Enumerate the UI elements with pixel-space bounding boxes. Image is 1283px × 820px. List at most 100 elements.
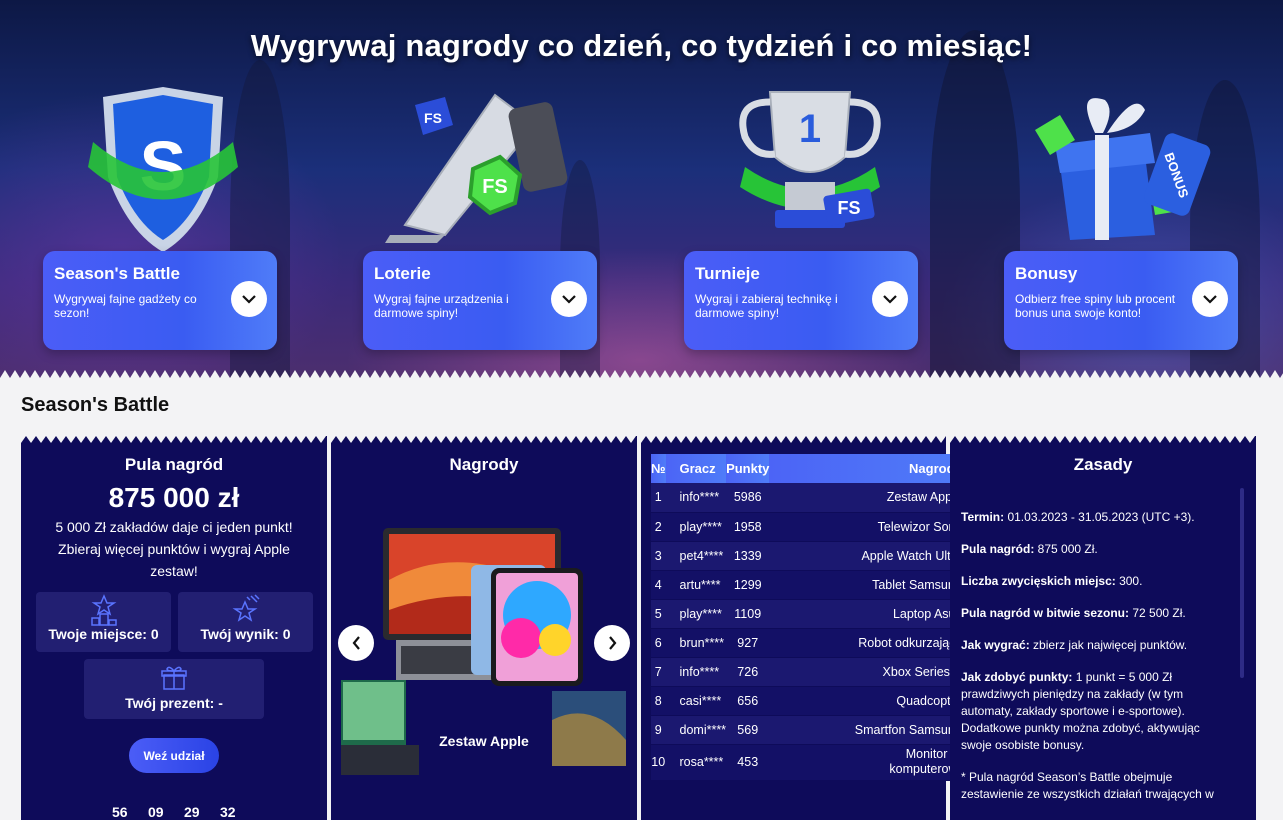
promo-card-seasons-battle[interactable]: Season's Battle Wygrywaj fajne gadżety c…: [43, 251, 277, 350]
rule-item: Jak zdobyć punkty: 1 punkt = 5 000 Zł pr…: [961, 669, 1233, 754]
chevron-down-icon[interactable]: [231, 281, 267, 317]
rank-cell: 3: [651, 541, 666, 570]
leaderboard-table: № Gracz Punkty Nagrody 1 info**** 5986 Zest…: [651, 454, 969, 781]
laptop-phone-icon: FS FS: [385, 93, 568, 243]
timer-hours: 09: [148, 804, 164, 820]
timer-days: 56: [112, 804, 128, 820]
rank-cell: 10: [651, 744, 666, 780]
table-row: 8 casi**** 656 Quadcopter: [651, 686, 969, 715]
prize-name: Zestaw Apple: [439, 733, 529, 749]
points-cell: 5986: [726, 483, 770, 512]
hero-banner: Wygrywaj nagrody co dzień, co tydzień i …: [0, 0, 1283, 378]
prize-cell: Smartfon Samsung: [769, 715, 969, 744]
rule-label: Pula nagród w bitwie sezonu:: [961, 606, 1130, 620]
your-score-box: Twój wynik: 0: [178, 592, 313, 652]
table-row: 3 pet4**** 1339 Apple Watch Ultra: [651, 541, 969, 570]
rule-text: 72 500 Zł.: [1129, 606, 1186, 620]
promo-card-text: Wygraj fajne urządzenia i darmowe spiny!: [374, 292, 509, 320]
player-cell: play****: [665, 512, 727, 541]
prizes-title: Nagrody: [449, 455, 519, 474]
prize-cell: Apple Watch Ultra: [769, 541, 969, 570]
points-cell: 1339: [726, 541, 770, 570]
promo-card-bonusy[interactable]: Bonusy Odbierz free spiny lub procent bo…: [1004, 251, 1238, 350]
table-row: 1 info**** 5986 Zestaw Apple: [651, 483, 969, 512]
player-cell: info****: [665, 483, 727, 512]
panel-zigzag: [21, 436, 327, 443]
promo-card-title: Season's Battle: [54, 264, 180, 283]
rank-cell: 1: [651, 483, 666, 512]
table-row: 4 artu**** 1299 Tablet Samsung: [651, 570, 969, 599]
table-row: 6 brun**** 927 Robot odkurzający: [651, 628, 969, 657]
your-gift-label: Twój prezent: -: [125, 695, 223, 711]
prize-cell: Robot odkurzający: [769, 628, 969, 657]
points-cell: 726: [726, 657, 770, 686]
rule-item: * Pula nagród Season’s Battle obejmuje z…: [961, 769, 1233, 803]
chevron-down-icon[interactable]: [872, 281, 908, 317]
rule-label: Jak zdobyć punkty:: [961, 670, 1073, 684]
rule-label: Jak wygrać:: [961, 638, 1030, 652]
points-cell: 927: [726, 628, 770, 657]
your-score-label: Twój wynik: 0: [200, 626, 291, 642]
trophy-icon: 1 FS: [739, 91, 881, 228]
gift-bonus-icon: BONUS: [1035, 98, 1211, 240]
rank-cell: 8: [651, 686, 666, 715]
panel-zigzag: [950, 436, 1256, 443]
carousel-prev-button[interactable]: [338, 625, 374, 661]
player-cell: pet4****: [665, 541, 727, 570]
table-row: 10 rosa**** 453 Monitor komputerowy: [651, 744, 969, 780]
podium-star-icon: [90, 594, 117, 626]
rule-text: 300.: [1115, 574, 1143, 588]
rank-cell: 4: [651, 570, 666, 599]
col-header-player: Gracz: [665, 454, 727, 483]
rule-item: Liczba zwycięskich miejsc: 300.: [961, 573, 1233, 590]
prize-cell: Xbox Series X: [769, 657, 969, 686]
rule-label: Pula nagród:: [961, 542, 1035, 556]
rule-item: Pula nagród: 875 000 Zł.: [961, 541, 1233, 558]
rule-text: 01.03.2023 - 31.05.2023 (UTC +3).: [1004, 510, 1195, 524]
rule-item: Jak wygrać: zbierz jak najwięcej punktów…: [961, 637, 1233, 654]
timer-seconds: 32: [220, 804, 236, 820]
promo-card-text: Wygrywaj fajne gadżety co sezon!: [54, 292, 197, 320]
pool-amount: 875 000 zł: [108, 482, 240, 513]
timer-minutes: 29: [184, 804, 200, 820]
chevron-down-icon[interactable]: [551, 281, 587, 317]
player-cell: rosa****: [665, 744, 727, 780]
promo-card-title: Turnieje: [695, 264, 760, 283]
rule-text: * Pula nagród Season’s Battle obejmuje z…: [961, 770, 1214, 801]
rank-cell: 9: [651, 715, 666, 744]
table-row: 9 domi**** 569 Smartfon Samsung: [651, 715, 969, 744]
prize-cell: Telewizor Sony: [769, 512, 969, 541]
shooting-star-icon: [232, 594, 260, 622]
chevron-down-icon[interactable]: [1192, 281, 1228, 317]
panel-zigzag: [331, 436, 637, 443]
promo-card-loterie[interactable]: Loterie Wygraj fajne urządzenia i darmow…: [363, 251, 597, 350]
rank-cell: 6: [651, 628, 666, 657]
leaderboard-header: № Gracz Punkty Nagrody: [651, 454, 969, 483]
promo-card-turnieje[interactable]: Turnieje Wygraj i zabieraj technikę i da…: [684, 251, 918, 350]
pool-title: Pula nagród: [124, 455, 224, 474]
col-header-points: Punkty: [726, 454, 770, 483]
carousel-next-button[interactable]: [594, 625, 630, 661]
table-row: 7 info**** 726 Xbox Series X: [651, 657, 969, 686]
shield-icon: S: [88, 87, 238, 252]
prize-cell: Zestaw Apple: [769, 483, 969, 512]
rule-item: Pula nagród w bitwie sezonu: 72 500 Zł.: [961, 605, 1233, 622]
col-header-prizes: Nagrody: [769, 454, 969, 483]
points-cell: 1958: [726, 512, 770, 541]
your-gift-box: Twój prezent: -: [84, 659, 264, 719]
hero-zigzag-divider: [0, 370, 1283, 378]
chevron-right-icon: [608, 636, 616, 650]
trophy-rank: 1: [799, 107, 821, 151]
points-cell: 569: [726, 715, 770, 744]
fs-badge-text: FS: [482, 176, 508, 198]
points-cell: 453: [726, 744, 770, 780]
rules-title: Zasady: [1073, 455, 1133, 474]
table-row: 2 play**** 1958 Telewizor Sony: [651, 512, 969, 541]
promo-card-text: Wygraj i zabieraj technikę i darmowe spi…: [695, 292, 838, 320]
pool-description: 5 000 Zł zakładów daje ci jeden punkt! Z…: [55, 519, 293, 579]
promo-card-title: Loterie: [374, 264, 431, 283]
points-cell: 656: [726, 686, 770, 715]
join-button[interactable]: Weź udział: [129, 738, 219, 773]
rules-content: Termin: 01.03.2023 - 31.05.2023 (UTC +3)…: [961, 509, 1233, 818]
rules-scrollbar[interactable]: [1240, 488, 1244, 678]
